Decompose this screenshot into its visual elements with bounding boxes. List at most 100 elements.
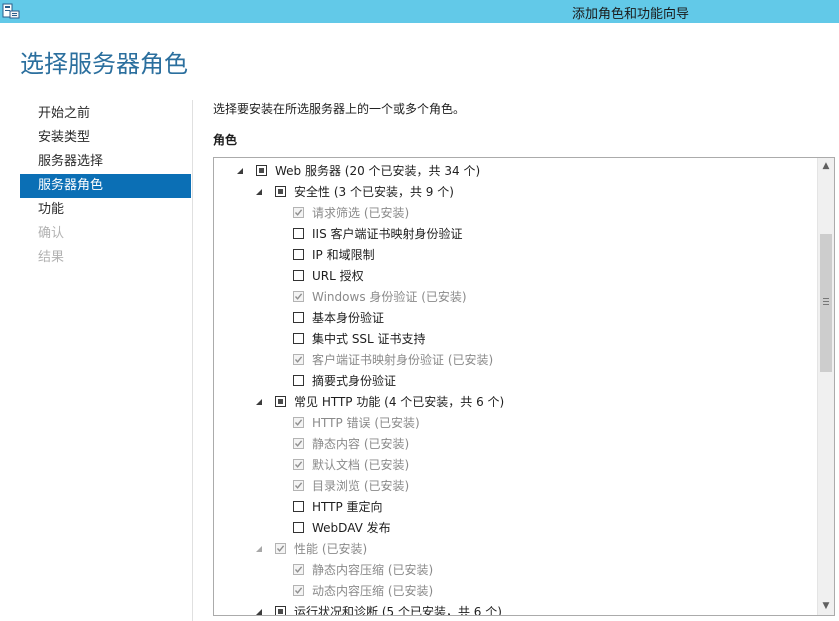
- role-checkbox[interactable]: [256, 165, 267, 176]
- tree-row[interactable]: 运行状况和诊断 (5 个已安装，共 6 个): [214, 602, 818, 616]
- vertical-scrollbar[interactable]: ▲ ▼: [817, 158, 834, 615]
- role-label: WebDAV 发布: [312, 521, 391, 535]
- role-checkbox[interactable]: [293, 501, 304, 512]
- tree-row[interactable]: 静态内容 (已安装): [214, 434, 818, 455]
- roles-tree[interactable]: Web 服务器 (20 个已安装，共 34 个) 安全性 (3 个已安装，共 9 …: [213, 157, 835, 616]
- role-label: 运行状况和诊断 (5 个已安装，共 6 个): [294, 605, 502, 616]
- tree-row[interactable]: 动态内容压缩 (已安装): [214, 581, 818, 602]
- roles-tree-list: Web 服务器 (20 个已安装，共 34 个) 安全性 (3 个已安装，共 9 …: [214, 161, 818, 616]
- role-checkbox[interactable]: [293, 459, 304, 470]
- nav-item[interactable]: 服务器角色: [20, 174, 191, 198]
- tree-row[interactable]: 集中式 SSL 证书支持: [214, 329, 818, 350]
- role-label: URL 授权: [312, 269, 364, 283]
- nav-item[interactable]: 功能: [20, 198, 191, 222]
- nav-item: 确认: [38, 226, 65, 241]
- role-label: 基本身份验证: [312, 311, 385, 325]
- role-label: 客户端证书映射身份验证 (已安装): [312, 353, 494, 367]
- role-label: Web 服务器 (20 个已安装，共 34 个): [275, 164, 481, 178]
- role-label: 目录浏览 (已安装): [312, 479, 410, 493]
- role-checkbox[interactable]: [293, 207, 304, 218]
- tree-row[interactable]: Web 服务器 (20 个已安装，共 34 个): [214, 161, 818, 182]
- title-bar: 添加角色和功能向导: [0, 0, 839, 23]
- page-title: 选择服务器角色: [20, 50, 188, 78]
- tree-row[interactable]: 安全性 (3 个已安装，共 9 个): [214, 182, 818, 203]
- grip-icon: [823, 298, 829, 305]
- checkmark-icon: [294, 293, 303, 300]
- role-checkbox[interactable]: [293, 291, 304, 302]
- role-checkbox[interactable]: [293, 354, 304, 365]
- tree-row[interactable]: HTTP 重定向: [214, 497, 818, 518]
- scroll-down-button[interactable]: ▼: [818, 598, 834, 615]
- checkmark-icon: [294, 419, 303, 426]
- tree-row[interactable]: 静态内容压缩 (已安装): [214, 560, 818, 581]
- role-checkbox[interactable]: [293, 522, 304, 533]
- role-checkbox[interactable]: [293, 438, 304, 449]
- tree-row[interactable]: 性能 (已安装): [214, 539, 818, 560]
- checkmark-icon: [294, 440, 303, 447]
- roles-heading: 角色: [213, 133, 238, 147]
- role-label: 默认文档 (已安装): [312, 458, 410, 472]
- tree-row[interactable]: IIS 客户端证书映射身份验证: [214, 224, 818, 245]
- role-checkbox[interactable]: [293, 249, 304, 260]
- nav-item: 结果: [38, 250, 65, 265]
- role-checkbox[interactable]: [275, 186, 286, 197]
- role-checkbox[interactable]: [293, 375, 304, 386]
- expand-triangle-icon[interactable]: [254, 607, 264, 616]
- expand-triangle-icon[interactable]: [254, 544, 264, 554]
- wizard-step-nav: 开始之前 安装类型 服务器选择 服务器角色 功能确认结果: [20, 102, 191, 270]
- expand-triangle-icon[interactable]: [235, 166, 245, 176]
- role-label: 静态内容压缩 (已安装): [312, 563, 434, 577]
- checkmark-icon: [294, 356, 303, 363]
- window-title: 添加角色和功能向导: [572, 7, 690, 22]
- role-label: 摘要式身份验证: [312, 374, 397, 388]
- tree-row[interactable]: 客户端证书映射身份验证 (已安装): [214, 350, 818, 371]
- role-label: 静态内容 (已安装): [312, 437, 410, 451]
- tree-row[interactable]: 基本身份验证: [214, 308, 818, 329]
- role-checkbox[interactable]: [293, 585, 304, 596]
- nav-item[interactable]: 安装类型: [20, 126, 191, 150]
- role-label: 集中式 SSL 证书支持: [312, 332, 426, 346]
- role-checkbox[interactable]: [293, 228, 304, 239]
- role-checkbox[interactable]: [293, 333, 304, 344]
- scroll-up-button[interactable]: ▲: [818, 158, 834, 175]
- tree-row[interactable]: 请求筛选 (已安装): [214, 203, 818, 224]
- tree-row[interactable]: URL 授权: [214, 266, 818, 287]
- role-checkbox[interactable]: [293, 564, 304, 575]
- tree-row[interactable]: HTTP 错误 (已安装): [214, 413, 818, 434]
- role-checkbox[interactable]: [293, 480, 304, 491]
- checkmark-icon: [276, 545, 285, 552]
- checkmark-icon: [294, 587, 303, 594]
- role-label: HTTP 错误 (已安装): [312, 416, 420, 430]
- tree-row[interactable]: WebDAV 发布: [214, 518, 818, 539]
- checkmark-icon: [294, 209, 303, 216]
- tree-row[interactable]: IP 和域限制: [214, 245, 818, 266]
- role-checkbox[interactable]: [275, 543, 286, 554]
- role-label: 动态内容压缩 (已安装): [312, 584, 434, 598]
- expand-triangle-icon[interactable]: [254, 397, 264, 407]
- role-label: 请求筛选 (已安装): [312, 206, 410, 220]
- role-checkbox[interactable]: [293, 312, 304, 323]
- role-checkbox[interactable]: [293, 417, 304, 428]
- tree-row[interactable]: Windows 身份验证 (已安装): [214, 287, 818, 308]
- tree-row[interactable]: 目录浏览 (已安装): [214, 476, 818, 497]
- tree-row[interactable]: 摘要式身份验证: [214, 371, 818, 392]
- role-label: 常见 HTTP 功能 (4 个已安装，共 6 个): [294, 395, 505, 409]
- expand-triangle-icon[interactable]: [254, 187, 264, 197]
- nav-divider: [192, 100, 193, 621]
- role-label: 性能 (已安装): [294, 542, 368, 556]
- nav-item[interactable]: 开始之前: [20, 102, 191, 126]
- tree-row[interactable]: 默认文档 (已安装): [214, 455, 818, 476]
- nav-item[interactable]: 服务器选择: [20, 150, 191, 174]
- role-checkbox[interactable]: [275, 396, 286, 407]
- role-label: HTTP 重定向: [312, 500, 383, 514]
- scroll-thumb[interactable]: [820, 234, 832, 372]
- role-label: IP 和域限制: [312, 248, 375, 262]
- checkmark-icon: [294, 482, 303, 489]
- role-label: 安全性 (3 个已安装，共 9 个): [294, 185, 454, 199]
- tree-row[interactable]: 常见 HTTP 功能 (4 个已安装，共 6 个): [214, 392, 818, 413]
- role-checkbox[interactable]: [293, 270, 304, 281]
- checkmark-icon: [294, 566, 303, 573]
- role-label: IIS 客户端证书映射身份验证: [312, 227, 463, 241]
- role-checkbox[interactable]: [275, 606, 286, 615]
- instructions-text: 选择要安装在所选服务器上的一个或多个角色。: [213, 102, 466, 116]
